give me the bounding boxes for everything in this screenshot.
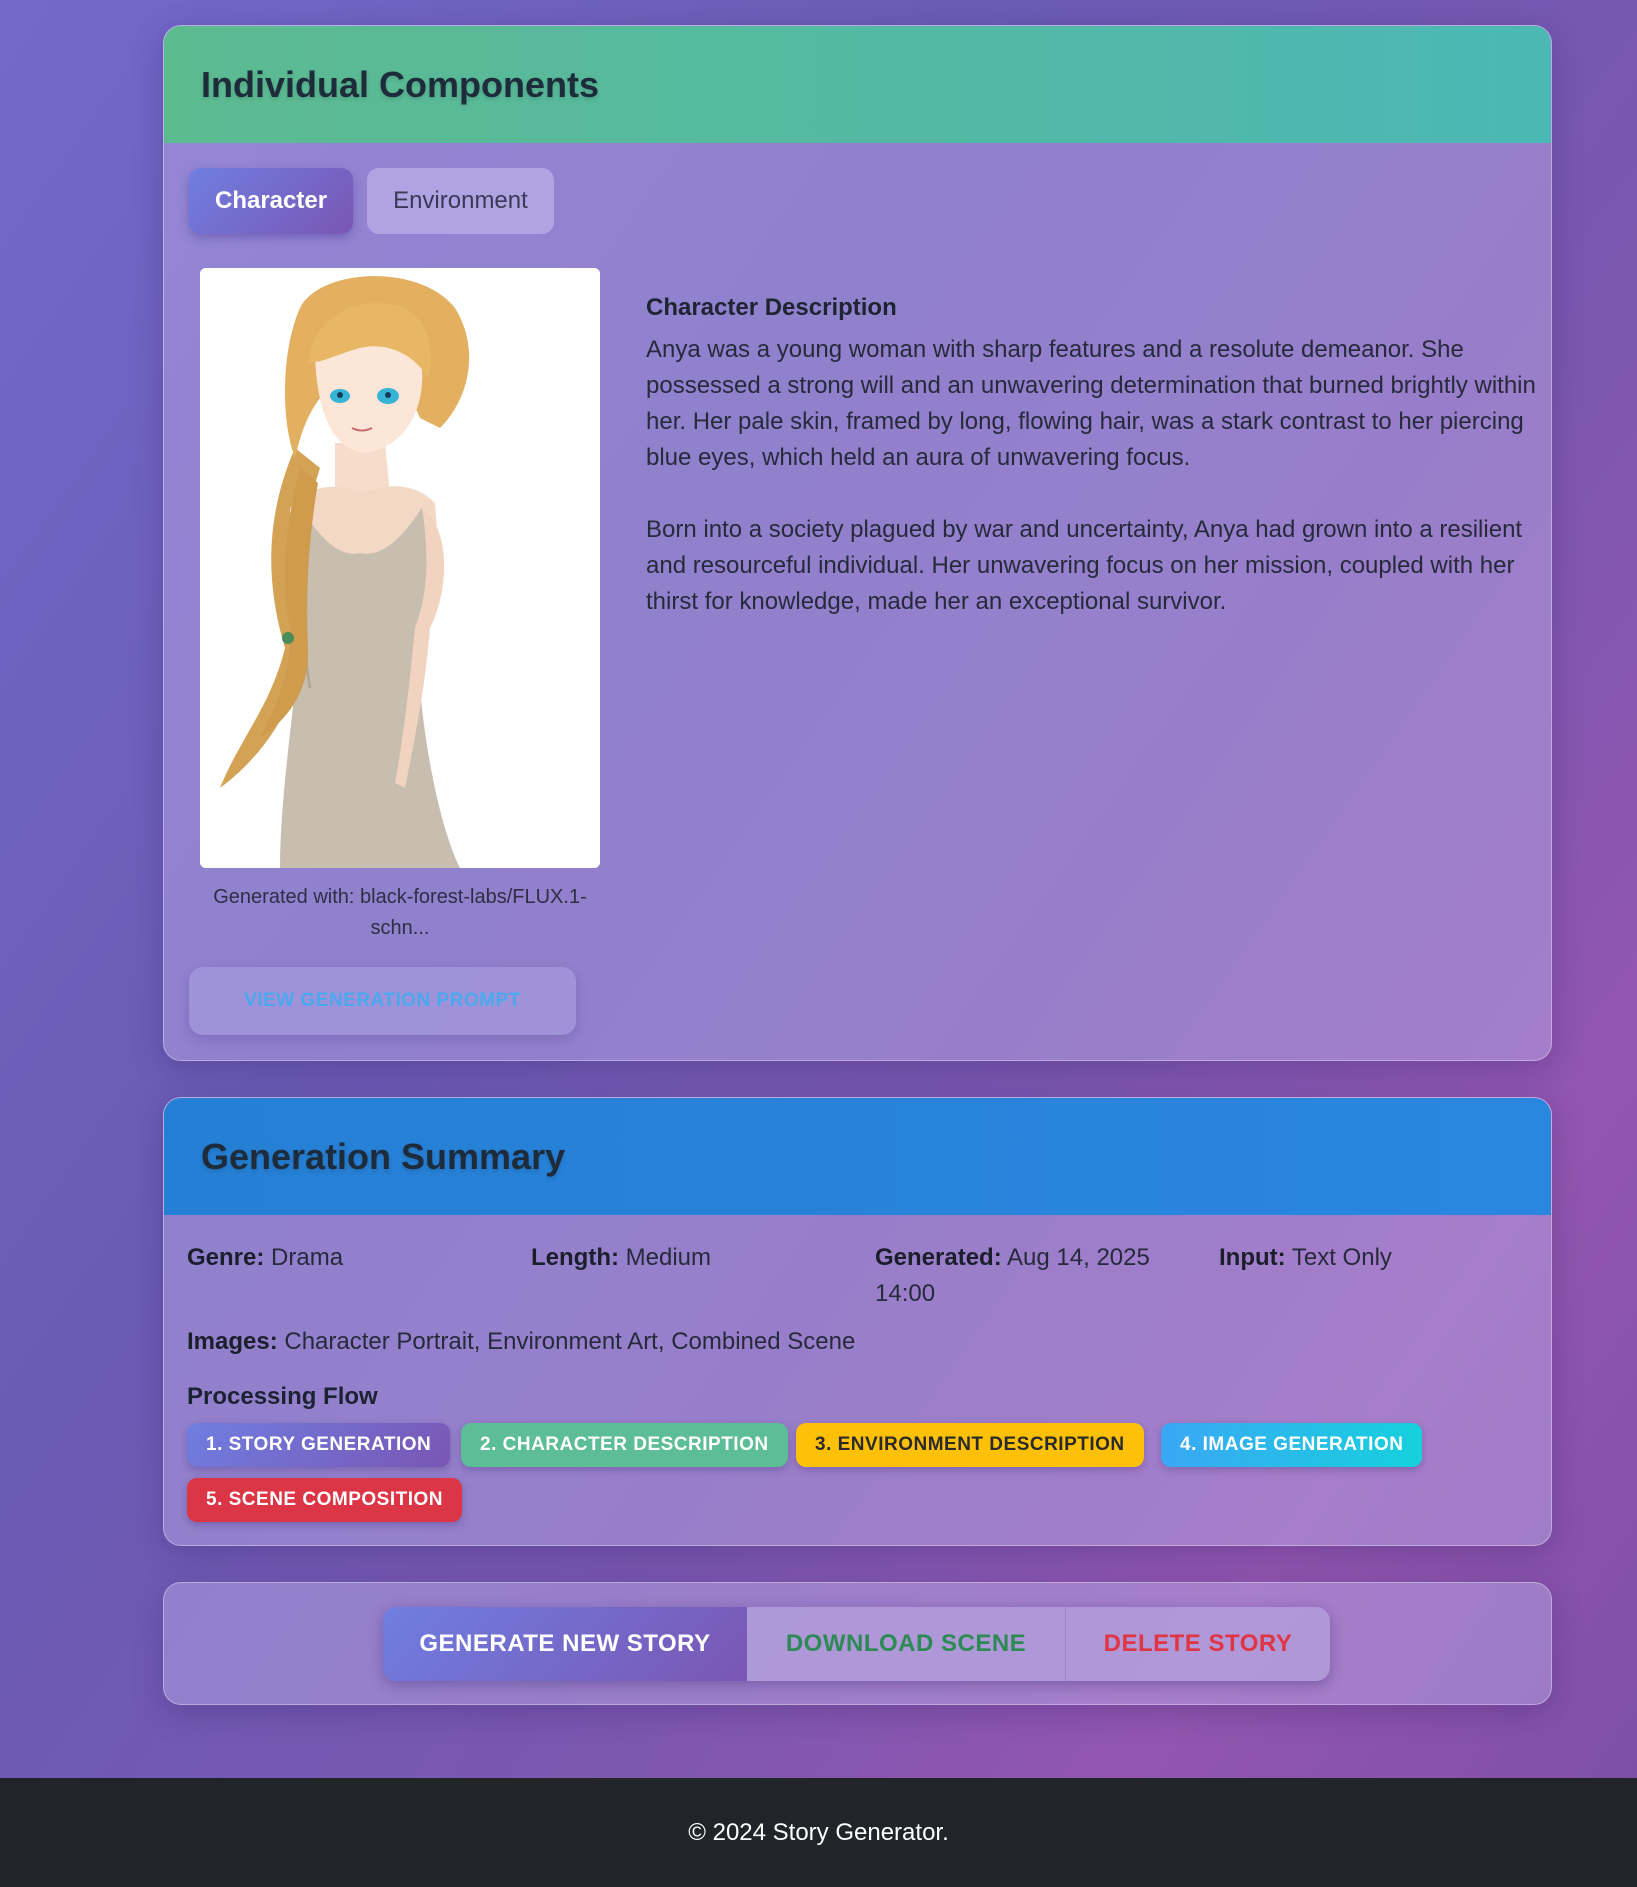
components-title: Individual Components: [201, 63, 600, 105]
generated-label: Generated:: [875, 1244, 1002, 1271]
input-label: Input:: [1219, 1244, 1286, 1271]
page-footer: © 2024 Story Generator.: [0, 1778, 1637, 1887]
action-button-group: GENERATE NEW STORY DOWNLOAD SCENE DELETE…: [383, 1607, 1330, 1681]
character-description-heading: Character Description: [646, 294, 897, 321]
portrait-caption: Generated with: black-forest-labs/FLUX.1…: [213, 886, 587, 939]
view-generation-prompt-button[interactable]: VIEW GENERATION PROMPT: [189, 967, 576, 1035]
character-description-paragraph: Anya was a young woman with sharp featur…: [646, 336, 1536, 471]
summary-header: Generation Summary: [164, 1098, 1551, 1215]
genre-value: Drama: [271, 1244, 344, 1271]
genre-label: Genre:: [187, 1244, 265, 1271]
images-label: Images:: [187, 1328, 278, 1355]
flow-step-image-generation: 4. IMAGE GENERATION: [1161, 1423, 1423, 1467]
footer-copyright: © 2024 Story Generator.: [688, 1818, 949, 1846]
character-description-paragraph: Born into a society plagued by war and u…: [646, 516, 1523, 615]
character-description: Character Description Anya was a young w…: [646, 294, 1536, 620]
flow-step-scene-composition: 5. SCENE COMPOSITION: [187, 1478, 462, 1522]
flow-step-character-description: 2. CHARACTER DESCRIPTION: [461, 1423, 788, 1467]
summary-generated: Generated: Aug 14, 2025 14:00: [875, 1240, 1165, 1312]
delete-story-button[interactable]: DELETE STORY: [1066, 1607, 1330, 1681]
character-portrait-illustration: [200, 268, 600, 868]
summary-genre: Genre: Drama: [187, 1240, 487, 1276]
processing-flow-title: Processing Flow: [187, 1383, 378, 1410]
flow-step-story-generation: 1. STORY GENERATION: [187, 1423, 451, 1467]
images-value: Character Portrait, Environment Art, Com…: [284, 1328, 856, 1355]
flow-step-environment-description: 3. ENVIRONMENT DESCRIPTION: [796, 1423, 1144, 1467]
length-label: Length:: [531, 1244, 619, 1271]
tab-environment[interactable]: Environment: [367, 168, 554, 234]
input-value: Text Only: [1291, 1244, 1392, 1271]
tab-character[interactable]: Character: [189, 168, 354, 234]
summary-title: Generation Summary: [201, 1135, 566, 1177]
component-tabs: Character Environment: [189, 168, 554, 234]
character-portrait-image: [200, 268, 600, 868]
length-value: Medium: [625, 1244, 712, 1271]
components-header: Individual Components: [164, 26, 1551, 143]
summary-length: Length: Medium: [531, 1240, 831, 1276]
actions-card: GENERATE NEW STORY DOWNLOAD SCENE DELETE…: [163, 1582, 1552, 1705]
summary-input: Input: Text Only: [1219, 1240, 1519, 1276]
generate-new-story-button[interactable]: GENERATE NEW STORY: [383, 1607, 747, 1681]
components-card: Individual Components Character Environm…: [163, 25, 1552, 1061]
download-scene-button[interactable]: DOWNLOAD SCENE: [747, 1607, 1066, 1681]
summary-images: Images: Character Portrait, Environment …: [187, 1324, 1087, 1360]
